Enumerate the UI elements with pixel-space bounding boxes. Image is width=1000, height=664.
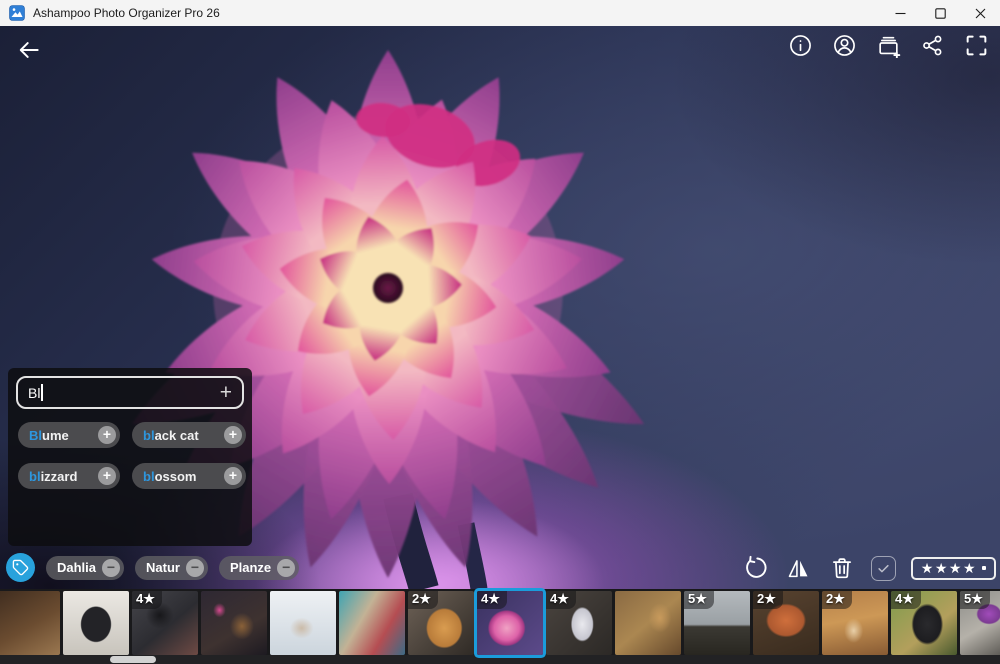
tag-suggestion-blossom[interactable]: blossom + — [132, 463, 246, 489]
add-to-album-button[interactable] — [874, 31, 902, 59]
match-text: Bl — [29, 428, 42, 443]
remove-tag-button[interactable]: − — [102, 559, 120, 577]
tag-suggestion-blizzard[interactable]: blizzard + — [18, 463, 120, 489]
back-button[interactable] — [10, 32, 48, 70]
back-arrow-icon — [16, 37, 42, 63]
text-caret — [41, 384, 43, 401]
tag-icon — [12, 559, 29, 576]
account-icon — [832, 33, 857, 58]
tag-pill-planze: Planze − — [219, 556, 299, 580]
add-suggestion-button[interactable]: + — [98, 426, 116, 444]
thumbnail-dog-in-autumn-leaves[interactable] — [615, 591, 681, 655]
match-text: bl — [29, 469, 41, 484]
add-to-album-icon — [876, 33, 901, 58]
maximize-button[interactable] — [920, 0, 960, 26]
thumbnail-row: 4★ 2★ 4★ 4★ 5★ 2★ 2★ 4★ 5★ — [0, 591, 1000, 655]
photo-viewer: Bl + Blume + black cat + blizzard + blos… — [0, 26, 1000, 589]
rest-text: ume — [42, 428, 69, 443]
add-suggestion-button[interactable]: + — [224, 467, 242, 485]
tags-button[interactable] — [6, 553, 35, 582]
tag-label: Dahlia — [57, 560, 96, 575]
remove-tag-button[interactable]: − — [186, 559, 204, 577]
delete-button[interactable] — [828, 554, 856, 582]
empty-star-dot — [982, 566, 986, 570]
thumbnail-white-cat[interactable]: 4★ — [546, 591, 612, 655]
rating-badge: 4★ — [546, 591, 576, 609]
window-controls — [880, 0, 1000, 26]
rating-badge: 4★ — [132, 591, 162, 609]
top-toolbar — [786, 31, 990, 59]
minimize-icon — [895, 8, 906, 19]
tag-pill-natur: Natur − — [135, 556, 208, 580]
rating-widget[interactable]: ★★★★ — [911, 557, 996, 580]
thumbnail-golden-retriever[interactable]: 2★ — [408, 591, 474, 655]
rest-text: ack cat — [155, 428, 199, 443]
thumbnail-jumping-dog[interactable]: 4★ — [132, 591, 198, 655]
trash-icon — [829, 555, 855, 581]
maximize-icon — [935, 8, 946, 19]
info-button[interactable] — [786, 31, 814, 59]
tag-suggestion-popup: Bl + Blume + black cat + blizzard + blos… — [8, 368, 252, 546]
share-button[interactable] — [918, 31, 946, 59]
minimize-button[interactable] — [880, 0, 920, 26]
thumbnail-cat-in-snow[interactable] — [270, 591, 336, 655]
add-suggestion-button[interactable]: + — [224, 426, 242, 444]
thumbnail-dog-with-goggles[interactable]: 5★ — [960, 591, 1000, 655]
add-suggestion-button[interactable]: + — [98, 467, 116, 485]
thumbnail-dog-at-skatepark[interactable] — [339, 591, 405, 655]
tag-input[interactable]: Bl + — [16, 376, 244, 409]
thumbnail-dog-with-pink-leash[interactable] — [201, 591, 267, 655]
info-icon — [788, 33, 813, 58]
thumbnail-dahlia-flower[interactable]: 4★ — [477, 591, 543, 655]
match-text: bl — [143, 469, 155, 484]
flip-button[interactable] — [785, 554, 813, 582]
flip-horizontal-icon — [785, 555, 812, 582]
rating-badge: 2★ — [822, 591, 852, 609]
tag-label: Planze — [230, 560, 271, 575]
app-logo-icon — [9, 5, 25, 21]
tag-label: Natur — [146, 560, 180, 575]
scrollbar-thumb[interactable] — [110, 656, 156, 663]
tag-bar: Dahlia − Natur − Planze − — [6, 553, 299, 582]
tag-suggestion-black-cat[interactable]: black cat + — [132, 422, 246, 448]
rotate-button[interactable] — [742, 554, 770, 582]
rating-badge: 5★ — [960, 591, 990, 609]
share-icon — [920, 33, 945, 58]
rating-badge: 2★ — [753, 591, 783, 609]
thumbnail-fox[interactable]: 2★ — [753, 591, 819, 655]
thumbnail-black-dog-in-snow[interactable] — [63, 591, 129, 655]
fullscreen-icon — [964, 33, 989, 58]
tag-input-value: Bl — [28, 385, 40, 401]
close-button[interactable] — [960, 0, 1000, 26]
rating-stars: ★★★★ — [921, 561, 977, 575]
tag-pill-dahlia: Dahlia − — [46, 556, 124, 580]
window-title: Ashampoo Photo Organizer Pro 26 — [33, 6, 220, 20]
thumbnail-black-white-dog[interactable]: 4★ — [891, 591, 957, 655]
titlebar: Ashampoo Photo Organizer Pro 26 — [0, 0, 1000, 26]
rotate-left-icon — [742, 555, 769, 582]
add-tag-plus-icon[interactable]: + — [220, 383, 232, 403]
account-button[interactable] — [830, 31, 858, 59]
tag-suggestions: Blume + black cat + blizzard + blossom + — [18, 422, 252, 489]
filmstrip-scrollbar[interactable] — [0, 655, 1000, 664]
tag-suggestion-blume[interactable]: Blume + — [18, 422, 120, 448]
close-icon — [975, 8, 986, 19]
rest-text: izzard — [41, 469, 78, 484]
thumbnail-dog-at-farm[interactable]: 2★ — [822, 591, 888, 655]
rating-badge: 2★ — [408, 591, 438, 609]
rest-text: ossom — [155, 469, 197, 484]
fullscreen-button[interactable] — [962, 31, 990, 59]
thumbnail-girl-with-balloons[interactable]: 5★ — [684, 591, 750, 655]
filmstrip: 4★ 2★ 4★ 4★ 5★ 2★ 2★ 4★ 5★ — [0, 589, 1000, 664]
select-checkbox[interactable] — [871, 556, 896, 581]
rating-badge: 4★ — [477, 591, 507, 609]
checkmark-icon — [876, 561, 891, 576]
rating-badge: 5★ — [684, 591, 714, 609]
rating-badge: 4★ — [891, 591, 921, 609]
match-text: bl — [143, 428, 155, 443]
photo-action-bar: ★★★★ — [742, 554, 996, 582]
remove-tag-button[interactable]: − — [277, 559, 295, 577]
thumbnail-goats-in-barn[interactable] — [0, 591, 60, 655]
